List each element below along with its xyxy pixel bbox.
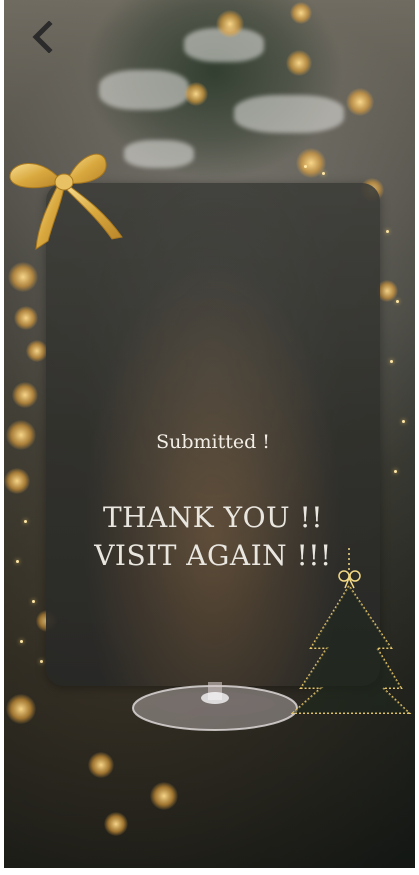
bokeh-light [150,782,178,810]
glitter [20,640,23,643]
glitter [402,420,405,423]
chevron-left-icon [32,21,53,53]
bokeh-light [6,694,36,724]
glitter [396,300,399,303]
background-snow [234,95,344,133]
bokeh-light [8,262,38,292]
submission-status: Submitted ! [156,431,270,453]
wine-glass-decoration [132,682,298,731]
bokeh-light [286,50,312,76]
bokeh-light [6,420,36,450]
glitter [394,470,397,473]
glitter [390,360,393,363]
bokeh-light [26,340,48,362]
glitter [24,520,27,523]
bokeh-light [184,82,208,106]
back-button[interactable] [26,20,58,54]
bokeh-light [216,10,244,38]
bokeh-light [12,382,38,408]
thank-you-message: THANK YOU !! [102,501,324,534]
bokeh-light [14,306,38,330]
background-snow [99,70,189,110]
glitter [32,600,35,603]
bokeh-light [290,2,312,24]
glitter [322,172,325,175]
bokeh-light [4,468,30,494]
glitter [40,660,43,663]
bokeh-light [346,88,374,116]
thank-you-screen: Submitted ! THANK YOU !! VISIT AGAIN !!! [4,0,415,868]
christmas-tree-decoration [291,548,412,714]
background-snow [124,140,194,168]
bokeh-light [104,812,128,836]
glitter [386,230,389,233]
glitter [304,165,307,168]
glitter [16,560,19,563]
bokeh-light [88,752,114,778]
gold-bow-decoration [9,153,123,250]
